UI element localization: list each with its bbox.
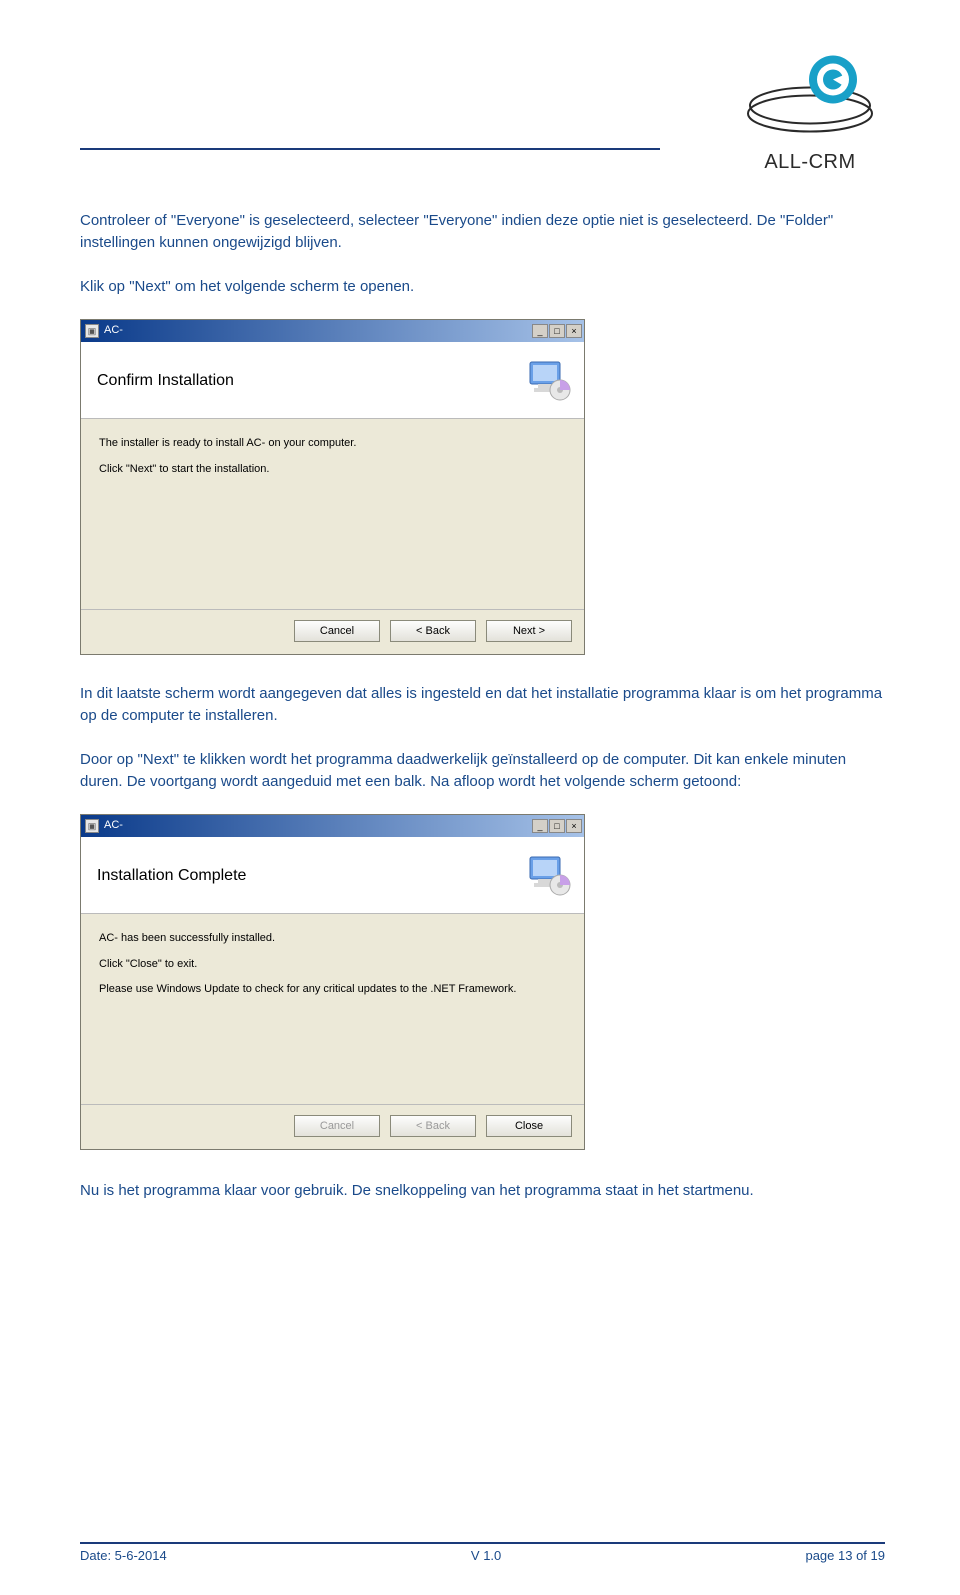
content-line-2: Click "Next" to start the installation. [99,461,566,479]
page-footer: Date: 5-6-2014 V 1.0 page 13 of 19 [80,1542,885,1563]
back-button: < Back [390,1115,476,1137]
computer-disc-icon [524,356,572,404]
minimize-button[interactable]: _ [532,324,548,338]
footer-page: page 13 of 19 [805,1548,885,1563]
logo-label: ALL-CRM [735,151,885,174]
cancel-button: Cancel [294,1115,380,1137]
cancel-button[interactable]: Cancel [294,620,380,642]
button-row: Cancel < Back Close [81,1104,584,1149]
banner-title: Installation Complete [97,864,246,887]
close-window-button[interactable]: × [566,324,582,338]
window-title: AC- [104,323,532,339]
installer-app-icon: ▣ [85,819,99,833]
header-rule [80,148,660,150]
window-title: AC- [104,818,532,834]
banner: Confirm Installation [81,342,584,419]
banner: Installation Complete [81,837,584,914]
paragraph-2: Klik op "Next" om het volgende scherm te… [80,276,885,298]
minimize-button[interactable]: _ [532,819,548,833]
page-header: ALL-CRM [80,45,885,170]
content-line-3: Please use Windows Update to check for a… [99,981,566,999]
footer-version: V 1.0 [471,1548,501,1563]
content-line-1: The installer is ready to install AC- on… [99,435,566,453]
maximize-button[interactable]: □ [549,324,565,338]
content-line-2: Click "Close" to exit. [99,956,566,974]
footer-rule [80,1542,885,1544]
maximize-button[interactable]: □ [549,819,565,833]
titlebar: ▣ AC- _ □ × [81,815,584,837]
back-button[interactable]: < Back [390,620,476,642]
installer-app-icon: ▣ [85,324,99,338]
installer-confirm-window: ▣ AC- _ □ × Confirm Installation [80,319,585,655]
titlebar: ▣ AC- _ □ × [81,320,584,342]
banner-title: Confirm Installation [97,369,234,392]
paragraph-4: Door op "Next" te klikken wordt het prog… [80,749,885,793]
body-content: Controleer of "Everyone" is geselecteerd… [80,210,885,1202]
next-button[interactable]: Next > [486,620,572,642]
close-window-button[interactable]: × [566,819,582,833]
content-area: The installer is ready to install AC- on… [81,419,584,609]
computer-disc-icon [524,851,572,899]
content-area: AC- has been successfully installed. Cli… [81,914,584,1104]
button-row: Cancel < Back Next > [81,609,584,654]
paragraph-5: Nu is het programma klaar voor gebruik. … [80,1180,885,1202]
logo: ALL-CRM [735,45,885,174]
content-line-1: AC- has been successfully installed. [99,930,566,948]
paragraph-1: Controleer of "Everyone" is geselecteerd… [80,210,885,254]
allcrm-logo-icon [735,45,885,150]
paragraph-3: In dit laatste scherm wordt aangegeven d… [80,683,885,727]
footer-date: Date: 5-6-2014 [80,1548,167,1563]
close-button[interactable]: Close [486,1115,572,1137]
installer-complete-window: ▣ AC- _ □ × Installation Complete [80,814,585,1150]
